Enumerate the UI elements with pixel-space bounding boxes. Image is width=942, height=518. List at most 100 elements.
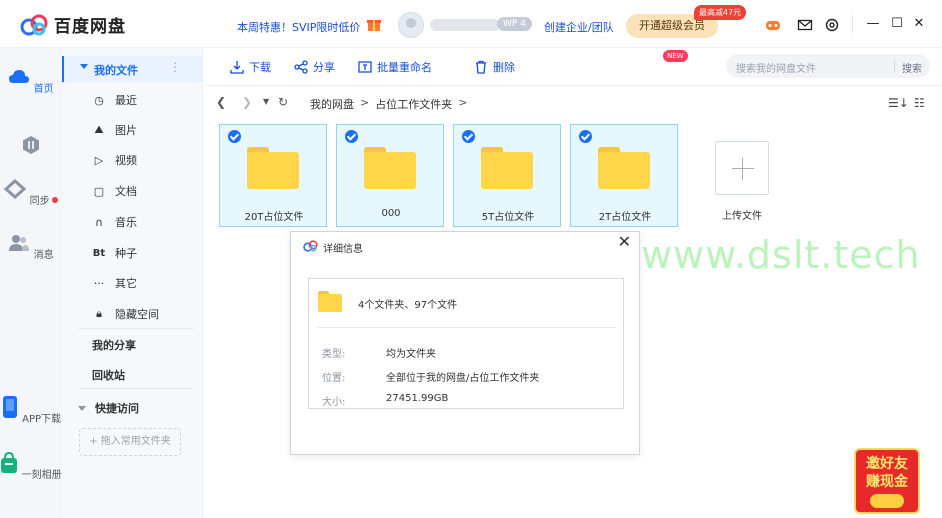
breadcrumb: 我的网盘 > 占位工作文件夹 > (310, 96, 467, 112)
sidebar-item-label: 音乐 (115, 216, 137, 229)
minimize-icon[interactable]: — (866, 16, 880, 32)
rail-item-sync[interactable]: 同步 (0, 178, 62, 207)
checkbox-checked-icon[interactable] (579, 130, 592, 143)
album-icon (1, 451, 18, 473)
trash-icon (476, 60, 486, 74)
create-enterprise-link[interactable]: 创建企业/团队 (544, 19, 614, 35)
checkbox-checked-icon[interactable] (228, 130, 241, 143)
sidebar-item-documents[interactable]: ▢ 文档 (92, 183, 137, 199)
folder-icon (364, 147, 416, 189)
rail-item-album[interactable]: 一刻相册 (0, 451, 62, 481)
divider (852, 15, 853, 33)
sidebar-item-music[interactable]: ∩ 音乐 (92, 214, 137, 230)
discount-tag: 最高减47元 (694, 5, 747, 20)
file-tile[interactable]: 000 (336, 124, 444, 227)
share-button[interactable]: 分享 (294, 59, 335, 75)
search-button[interactable]: 搜索 (902, 60, 922, 75)
sync-icon (4, 178, 27, 200)
close-icon[interactable]: ✕ (912, 16, 926, 32)
rail-item-app-download[interactable]: APP下载 (0, 396, 62, 425)
type-value: 均为文件夹 (386, 349, 436, 360)
sidebar-item-label: 种子 (115, 247, 137, 260)
mail-icon[interactable] (797, 17, 813, 33)
coin-icon (870, 494, 904, 508)
sidebar-item-label: 文档 (115, 185, 137, 198)
sidebar-item-my-files[interactable]: 我的文件 ⋮ (62, 56, 203, 82)
share-icon (294, 60, 308, 74)
notification-dot (51, 197, 58, 203)
delete-button[interactable]: 删除 (474, 59, 515, 75)
folder-icon (318, 291, 344, 313)
torrent-icon: Bt (92, 247, 106, 259)
upload-label: 上传文件 (722, 211, 762, 222)
rail-item-transfer[interactable] (0, 134, 62, 163)
rail-label-messages: 消息 (33, 250, 54, 261)
download-icon (230, 61, 244, 74)
gift-icon[interactable] (366, 16, 382, 32)
clock-icon: ◷ (94, 93, 104, 107)
file-tile[interactable]: 20T占位文件 (219, 124, 327, 227)
location-key: 位置: (322, 373, 346, 384)
rename-icon (358, 61, 372, 73)
checkbox-checked-icon[interactable] (462, 130, 475, 143)
close-icon[interactable]: ✕ (618, 232, 631, 251)
batch-rename-label: 批量重命名 (377, 61, 432, 74)
rail-label-sync: 同步 (29, 196, 50, 207)
game-icon[interactable] (765, 17, 781, 33)
sidebar-item-other[interactable]: ··· 其它 (92, 275, 137, 291)
batch-rename-button[interactable]: 批量重命名 (358, 59, 432, 75)
sidebar-item-label: 图片 (115, 124, 137, 137)
sidebar-item-videos[interactable]: ▷ 视频 (92, 152, 137, 168)
new-badge: NEW (663, 50, 688, 62)
size-value: 27451.99GB (386, 393, 449, 404)
settings-icon[interactable] (824, 17, 840, 33)
sidebar-item-recycle-bin[interactable]: 回收站 (92, 367, 125, 383)
list-view-icon[interactable]: ☷ (914, 96, 925, 110)
folder-icon (598, 147, 650, 189)
avatar[interactable] (398, 12, 424, 38)
sort-icon[interactable]: ☰↓ (888, 96, 909, 110)
baidu-pan-logo-icon (303, 240, 318, 252)
history-dropdown-icon[interactable]: ▼ (263, 97, 269, 106)
maximize-icon[interactable]: ☐ (890, 16, 904, 32)
rail-label-home: 首页 (33, 84, 54, 95)
drop-folder-zone[interactable]: + 拖入常用文件夹 (79, 428, 181, 456)
download-button[interactable]: 下载 (230, 59, 271, 75)
file-tile[interactable]: 2T占位文件 (570, 124, 678, 227)
breadcrumb-root[interactable]: 我的网盘 (310, 96, 354, 112)
file-tile[interactable]: 5T占位文件 (453, 124, 561, 227)
sidebar-item-torrents[interactable]: Bt 种子 (92, 245, 137, 261)
invite-banner[interactable]: 邀好友 赚现金 (854, 448, 920, 514)
search-input[interactable]: 搜索我的网盘文件 (736, 60, 816, 75)
divider (894, 60, 895, 72)
sidebar-item-my-share[interactable]: 我的分享 (92, 337, 136, 353)
back-icon[interactable]: ❮ (216, 95, 226, 109)
path-bar: ❮ ❯ ▼ ↻ 我的网盘 > 占位工作文件夹 > ☰↓ ☷ (204, 86, 942, 118)
promo-link[interactable]: 本周特惠！SVIP限时低价 (237, 19, 360, 35)
forward-icon[interactable]: ❯ (242, 95, 252, 109)
breadcrumb-current[interactable]: 占位工作文件夹 (375, 96, 452, 112)
transfer-icon (23, 136, 39, 154)
app-logo[interactable]: 百度网盘 (20, 12, 126, 37)
search-bar[interactable]: 搜索我的网盘文件 搜索 (726, 54, 930, 78)
more-vert-icon[interactable]: ⋮ (169, 60, 181, 74)
divider (78, 388, 194, 389)
upload-button[interactable] (715, 141, 769, 195)
selection-summary: 4个文件夹、97个文件 (358, 300, 458, 311)
people-icon (9, 235, 30, 251)
refresh-icon[interactable]: ↻ (278, 95, 288, 109)
rail-item-messages[interactable]: 消息 (0, 232, 62, 261)
folder-icon (481, 147, 533, 189)
more-icon: ··· (93, 276, 105, 290)
username[interactable] (430, 19, 500, 31)
wp-level-badge: WP 4 (497, 17, 532, 31)
sidebar-item-recent[interactable]: ◷ 最近 (92, 92, 137, 108)
rail-label-app-download: APP下载 (22, 414, 62, 425)
sidebar-item-hidden-space[interactable]: 🔒︎ 隐藏空间 (92, 306, 159, 322)
file-name: 5T占位文件 (481, 212, 535, 223)
quick-access-header[interactable]: 快捷访问 (78, 400, 139, 416)
sidebar-item-images[interactable]: ⛰ 图片 (92, 122, 137, 138)
rail-item-home[interactable]: 首页 (0, 66, 62, 95)
checkbox-checked-icon[interactable] (345, 130, 358, 143)
divider (317, 327, 617, 328)
